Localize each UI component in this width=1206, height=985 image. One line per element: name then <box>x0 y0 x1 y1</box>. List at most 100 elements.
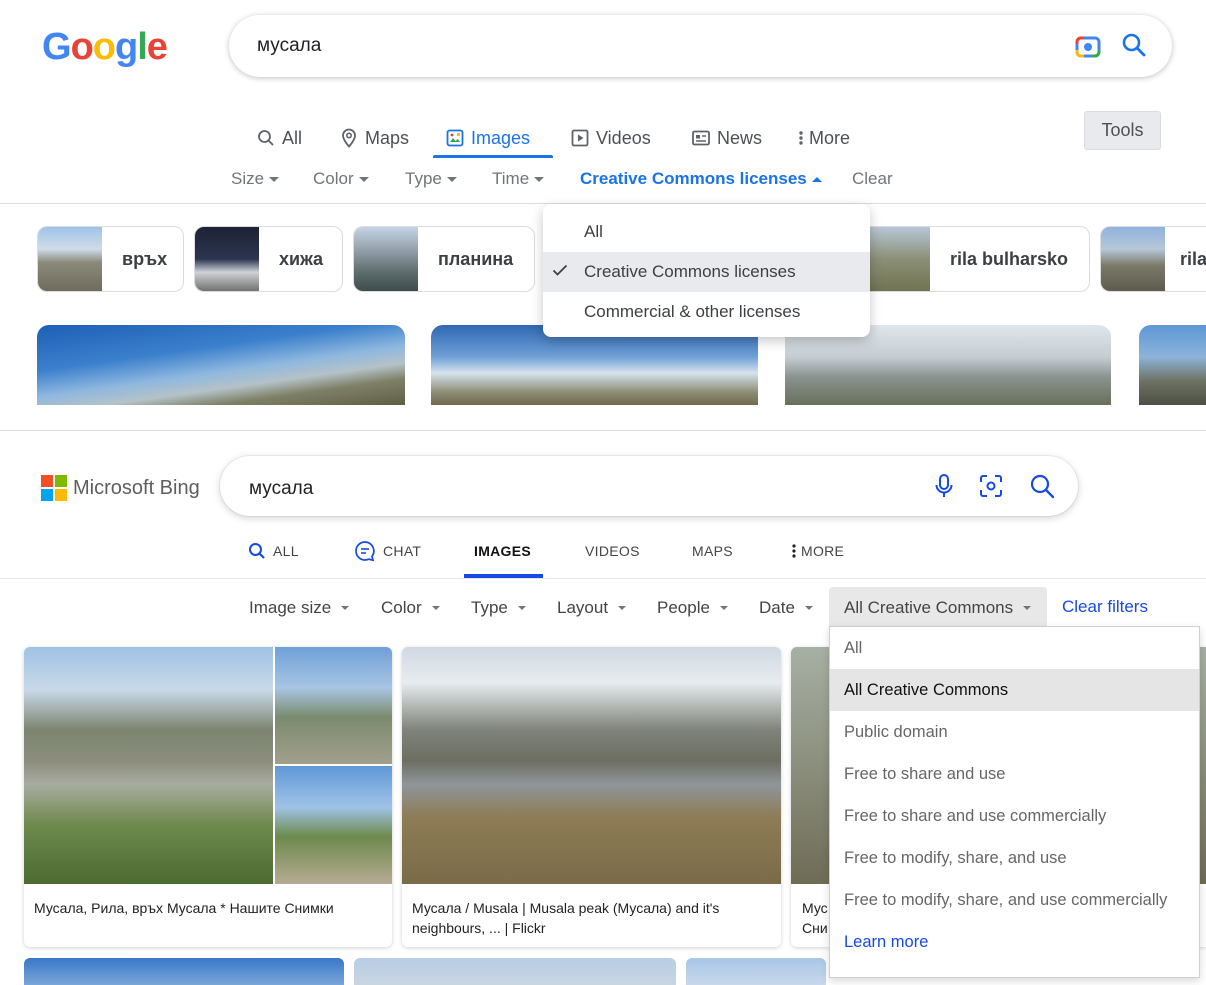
dropdown-option[interactable]: Free to share and use <box>830 753 1199 795</box>
clear-filters-link[interactable]: Clear filters <box>1062 597 1148 617</box>
google-search-box[interactable]: мусала <box>229 15 1172 77</box>
tab-videos[interactable]: Videos <box>571 118 651 158</box>
caret-down-icon <box>534 176 545 182</box>
dropdown-option[interactable]: Free to modify, share, and use commercia… <box>830 879 1199 921</box>
tab-more[interactable]: MORE <box>792 539 844 563</box>
tab-videos[interactable]: VIDEOS <box>585 539 640 563</box>
chip-thumbnail <box>38 227 102 291</box>
caret-down-icon <box>446 176 457 182</box>
tab-images[interactable]: Images <box>446 118 530 158</box>
bing-logo[interactable]: Microsoft Bing <box>41 475 200 501</box>
dropdown-option[interactable]: All <box>830 627 1199 669</box>
filter-size[interactable]: Size <box>231 168 280 190</box>
filter-color[interactable]: Color <box>381 597 440 619</box>
microphone-icon[interactable] <box>933 473 955 504</box>
chat-icon <box>355 541 375 562</box>
filter-type[interactable]: Type <box>405 168 457 190</box>
tab-chat[interactable]: CHAT <box>354 539 421 563</box>
tab-maps[interactable]: Maps <box>340 118 409 158</box>
chip-thumbnail <box>1101 227 1165 291</box>
usage-rights-dropdown: All Creative Commons licenses Commercial… <box>543 204 870 337</box>
dropdown-option[interactable]: Commercial & other licenses <box>543 292 870 332</box>
license-dropdown: All All Creative Commons Public domain F… <box>829 626 1200 978</box>
related-chip[interactable]: връх <box>37 226 184 292</box>
caret-down-icon <box>517 606 526 610</box>
learn-more-link[interactable]: Learn more <box>830 921 1199 963</box>
filter-layout[interactable]: Layout <box>557 597 627 619</box>
visual-search-icon[interactable] <box>978 473 1004 504</box>
image-result-card[interactable] <box>354 958 676 985</box>
caret-down-icon <box>1023 606 1032 610</box>
divider <box>0 578 1206 579</box>
filter-people[interactable]: People <box>657 597 728 619</box>
bing-search-box[interactable]: мусала <box>220 456 1078 516</box>
map-pin-icon <box>342 128 356 148</box>
result-image <box>275 647 392 764</box>
filter-usage-rights[interactable]: Creative Commons licenses <box>580 168 822 190</box>
active-tab-indicator <box>433 155 553 158</box>
tab-all[interactable]: All <box>257 118 302 158</box>
search-icon[interactable] <box>1028 472 1056 505</box>
related-chip[interactable]: rila <box>1100 226 1206 292</box>
image-result-card[interactable]: Мусала, Рила, връх Мусала * Нашите Снимк… <box>24 647 392 947</box>
caret-down-icon <box>618 606 627 610</box>
camera-lens-icon[interactable] <box>1074 32 1102 65</box>
tab-maps[interactable]: MAPS <box>692 539 733 563</box>
dropdown-option[interactable]: All <box>543 212 870 252</box>
image-result-card[interactable] <box>24 958 344 985</box>
search-icon[interactable] <box>1120 31 1148 64</box>
tab-images[interactable]: IMAGES <box>474 539 531 563</box>
related-chip[interactable]: хижа <box>194 226 343 292</box>
related-chip[interactable]: планина <box>353 226 535 292</box>
caret-down-icon <box>269 176 280 182</box>
filter-time[interactable]: Time <box>492 168 545 190</box>
google-search-input[interactable]: мусала <box>257 35 321 57</box>
tools-button[interactable]: Tools <box>1084 111 1161 150</box>
caret-down-icon <box>341 606 350 610</box>
filter-license[interactable]: All Creative Commons <box>844 597 1032 619</box>
related-chip[interactable]: rila bulharsko <box>866 226 1090 292</box>
google-logo[interactable]: Google <box>42 26 168 69</box>
filter-color[interactable]: Color <box>313 168 369 190</box>
play-icon <box>571 129 589 147</box>
image-result[interactable] <box>37 325 405 405</box>
tab-more[interactable]: More <box>798 118 850 158</box>
image-result[interactable] <box>1139 325 1206 405</box>
filter-date[interactable]: Date <box>759 597 813 619</box>
section-divider <box>0 430 1206 431</box>
result-caption: Мус Сни <box>802 900 828 936</box>
dropdown-option[interactable]: Free to share and use commercially <box>830 795 1199 837</box>
caret-down-icon <box>719 606 728 610</box>
image-icon <box>446 129 464 147</box>
dropdown-option[interactable]: Free to modify, share, and use <box>830 837 1199 879</box>
dropdown-option-selected[interactable]: All Creative Commons <box>830 669 1199 711</box>
search-icon <box>249 543 265 559</box>
caret-down-icon <box>804 606 813 610</box>
search-icon <box>258 130 274 146</box>
more-vertical-icon <box>792 544 796 558</box>
more-vertical-icon <box>799 131 803 145</box>
dropdown-option[interactable]: Public domain <box>830 711 1199 753</box>
caret-up-icon <box>811 176 822 182</box>
result-caption: Мусала / Musala | Musala peak (Мусала) a… <box>412 900 720 936</box>
caret-down-icon <box>358 176 369 182</box>
chip-thumbnail <box>354 227 418 291</box>
chip-thumbnail <box>866 227 930 291</box>
result-image <box>275 766 392 884</box>
result-image <box>402 647 781 884</box>
filter-image-size[interactable]: Image size <box>249 597 350 619</box>
image-result-card[interactable]: Мусала / Musala | Musala peak (Мусала) a… <box>402 647 781 947</box>
image-result-card[interactable] <box>686 958 826 985</box>
bing-search-input[interactable]: мусала <box>249 478 313 500</box>
clear-filter-link[interactable]: Clear <box>852 168 893 190</box>
filter-type[interactable]: Type <box>471 597 526 619</box>
tab-all[interactable]: ALL <box>248 539 299 563</box>
dropdown-option-selected[interactable]: Creative Commons licenses <box>543 252 870 292</box>
news-icon <box>692 130 710 146</box>
checkmark-icon <box>552 264 568 276</box>
microsoft-logo-icon <box>41 475 67 501</box>
tab-news[interactable]: News <box>692 118 762 158</box>
result-caption: Мусала, Рила, връх Мусала * Нашите Снимк… <box>34 900 334 916</box>
image-result[interactable] <box>431 325 758 405</box>
image-result[interactable] <box>785 325 1111 405</box>
